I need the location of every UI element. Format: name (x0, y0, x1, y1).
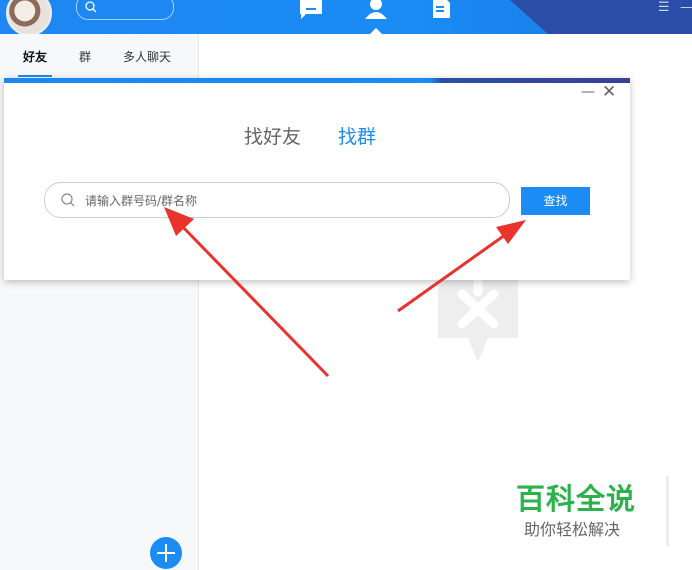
group-search-input[interactable] (83, 189, 487, 213)
active-tab-indicator (18, 75, 52, 77)
scrollbar-edge (666, 476, 669, 546)
plus-icon[interactable] (150, 537, 182, 569)
app-logo-watermark-icon (438, 272, 518, 362)
close-icon[interactable]: ✕ (602, 82, 616, 102)
document-icon[interactable] (430, 0, 454, 24)
find-button[interactable]: 查找 (521, 187, 590, 215)
dialog-accent-bar (4, 78, 630, 83)
top-search-input[interactable] (76, 0, 174, 20)
dialog-minimize-button[interactable]: — (581, 84, 595, 100)
find-dialog: — ✕ 找好友 找群 查找 (4, 78, 630, 280)
brand-subtitle: 助你轻松解决 (524, 520, 621, 539)
avatar[interactable] (6, 0, 52, 34)
message-icon[interactable] (298, 0, 326, 24)
tab-multi-chat[interactable]: 多人聊天 (123, 48, 171, 65)
sidebar-tabs: 好友 群 多人聊天 (0, 34, 198, 78)
window-minimize-icon[interactable]: — (680, 0, 692, 15)
menu-icon[interactable]: ☰ (658, 0, 670, 15)
tab-friends[interactable]: 好友 (23, 48, 47, 65)
tab-groups[interactable]: 群 (79, 48, 91, 65)
tab-find-friends[interactable]: 找好友 (244, 122, 301, 149)
search-icon (61, 193, 75, 207)
top-bar: ☰ — (0, 0, 692, 34)
brand-title: 百科全说 (516, 482, 637, 516)
tab-find-groups[interactable]: 找群 (338, 122, 376, 149)
search-icon (85, 1, 97, 13)
contacts-icon[interactable] (362, 0, 390, 34)
group-search-field[interactable] (44, 182, 510, 218)
